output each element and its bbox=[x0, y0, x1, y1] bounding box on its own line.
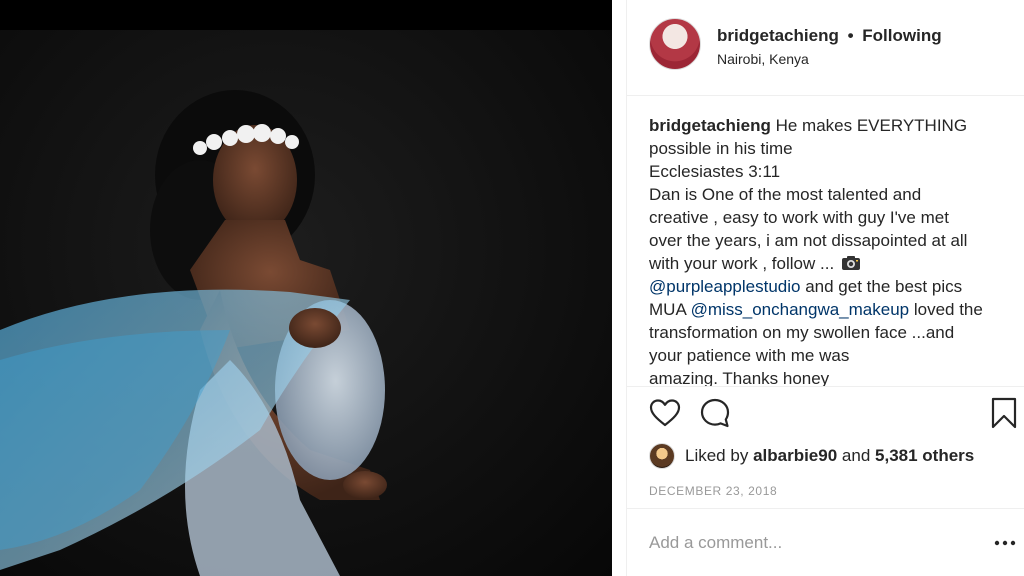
comment-input[interactable] bbox=[649, 529, 949, 557]
caption-text: with your work , follow ... bbox=[649, 254, 835, 273]
caption-username[interactable]: bridgetachieng bbox=[649, 116, 771, 135]
caption-line: @purpleapplestudio and get the best pics bbox=[649, 275, 1005, 298]
caption-line: your patience with me was bbox=[649, 346, 850, 365]
more-options-icon[interactable] bbox=[993, 533, 1017, 553]
likes-row: Liked by albarbie90 and 5,381 others bbox=[649, 442, 974, 470]
header-username-row: bridgetachieng • Following bbox=[717, 26, 942, 46]
username-link[interactable]: bridgetachieng bbox=[717, 26, 839, 45]
caption-line: amazing. Thanks honey bbox=[649, 369, 830, 386]
caption-text: MUA bbox=[649, 300, 691, 319]
top-black-strip bbox=[0, 0, 612, 30]
comment-icon[interactable] bbox=[699, 397, 731, 429]
caption-text: and get the best pics bbox=[800, 277, 963, 296]
caption-line: over the years, i am not dissapointed at… bbox=[649, 231, 968, 250]
heart-icon[interactable] bbox=[649, 397, 681, 429]
caption-line: Dan is One of the most talented and bbox=[649, 185, 922, 204]
camera-icon bbox=[841, 256, 860, 270]
instagram-post-view: bridgetachieng • Following Nairobi, Keny… bbox=[0, 0, 1024, 576]
mention-link[interactable]: @miss_onchangwa_makeup bbox=[691, 300, 910, 319]
comment-row bbox=[627, 508, 1024, 576]
mention-link[interactable]: @purpleapplestudio bbox=[649, 277, 800, 296]
caption-line: creative , easy to work with guy I've me… bbox=[649, 208, 949, 227]
caption-text: He makes EVERYTHING bbox=[775, 116, 968, 135]
separator-dot: • bbox=[847, 26, 854, 45]
liker-avatar[interactable] bbox=[649, 443, 675, 469]
caption-line: transformation on my swollen face ...and bbox=[649, 323, 955, 342]
caption-line: possible in his time bbox=[649, 139, 793, 158]
maternity-photo-illustration bbox=[0, 90, 387, 576]
likes-prefix: Liked by bbox=[685, 446, 749, 465]
post-photo[interactable] bbox=[0, 30, 612, 576]
avatar[interactable] bbox=[649, 18, 701, 70]
divider bbox=[627, 386, 1024, 387]
caption: bridgetachieng He makes EVERYTHING possi… bbox=[649, 114, 1005, 386]
post-date[interactable]: DECEMBER 23, 2018 bbox=[649, 484, 777, 498]
liker-username-link[interactable]: albarbie90 bbox=[753, 446, 837, 465]
following-button[interactable]: Following bbox=[862, 26, 941, 45]
action-bar bbox=[649, 397, 1017, 433]
likes-connector: and bbox=[841, 446, 871, 465]
caption-text: loved the bbox=[909, 300, 983, 319]
caption-line: MUA @miss_onchangwa_makeup loved the bbox=[649, 298, 1005, 321]
likes-count-link[interactable]: 5,381 others bbox=[875, 446, 974, 465]
location-link[interactable]: Nairobi, Kenya bbox=[717, 51, 809, 67]
post-sidebar: bridgetachieng • Following Nairobi, Keny… bbox=[626, 0, 1024, 576]
caption-line: bridgetachieng He makes EVERYTHING bbox=[649, 114, 1005, 137]
post-header: bridgetachieng • Following Nairobi, Keny… bbox=[627, 0, 1024, 96]
likes-text: Liked by albarbie90 and 5,381 others bbox=[685, 446, 974, 466]
caption-line: with your work , follow ... bbox=[649, 252, 1005, 275]
bookmark-icon[interactable] bbox=[989, 397, 1019, 429]
caption-line: Ecclesiastes 3:11 bbox=[649, 162, 781, 181]
